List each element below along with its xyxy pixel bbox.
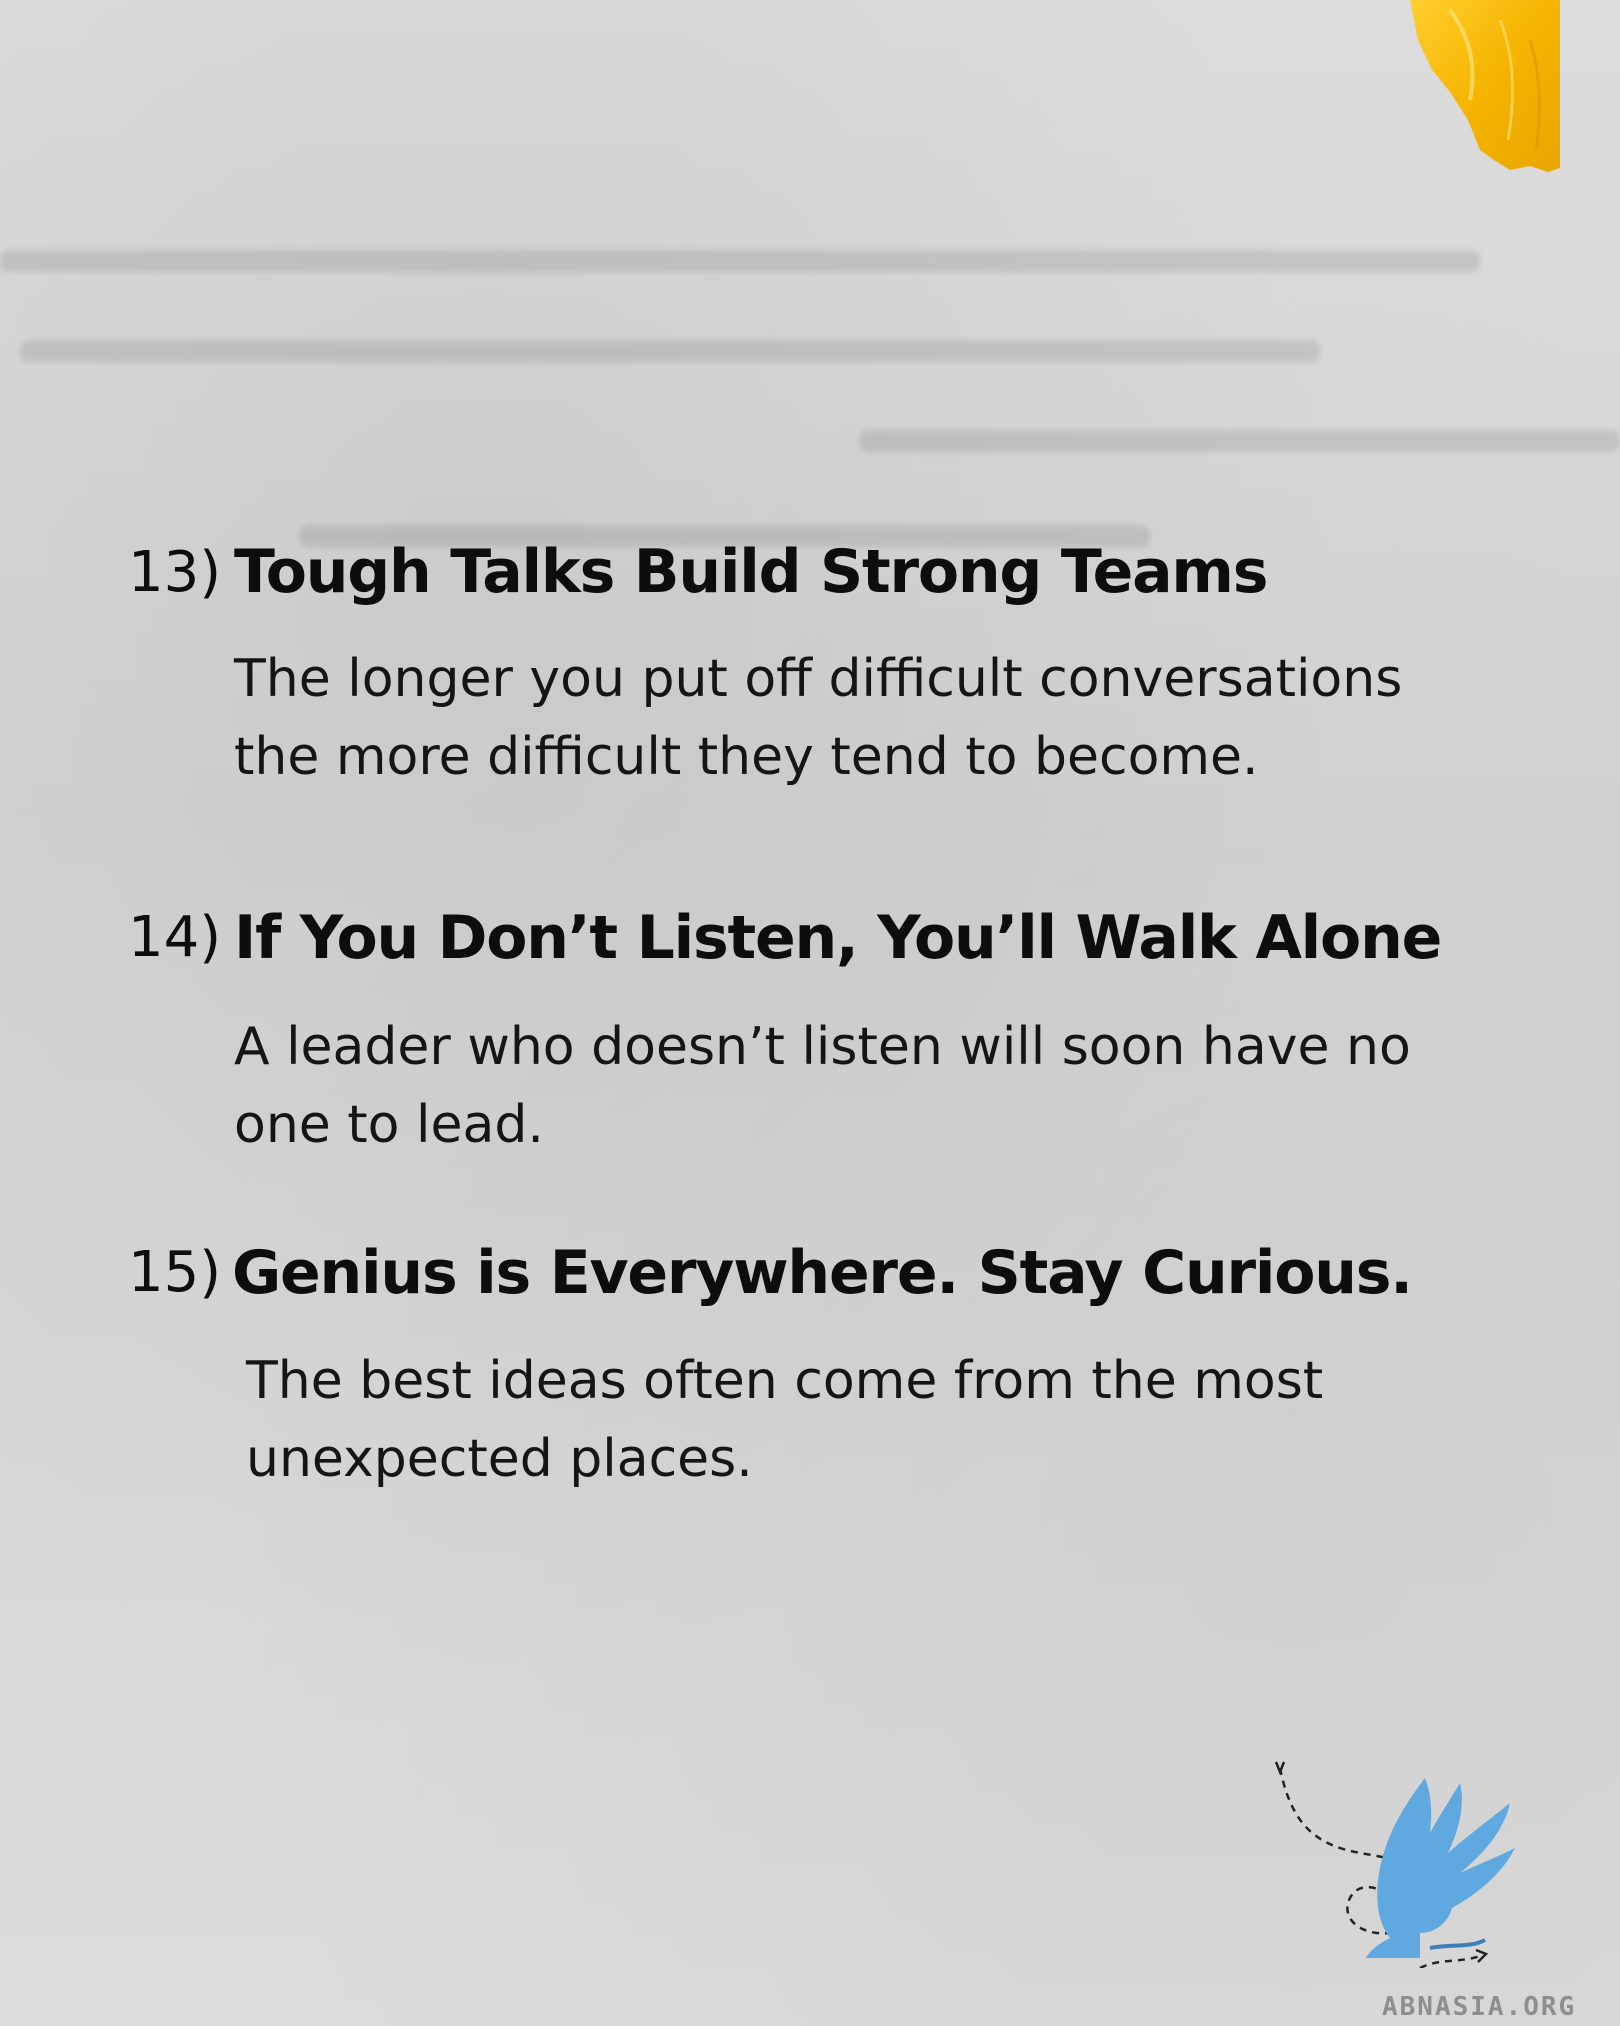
item-15-body-line-2: unexpected places. bbox=[246, 1429, 753, 1489]
item-13-body-line-1: The longer you put off difficult convers… bbox=[234, 649, 1403, 709]
item-15-body: The best ideas often come from the most … bbox=[246, 1342, 1323, 1498]
item-14-title: If You Don’t Listen, You’ll Walk Alone bbox=[234, 903, 1442, 973]
site-url[interactable]: ABNASIA.ORG bbox=[1382, 1992, 1576, 2022]
item-15-title: Genius is Everywhere. Stay Curious. bbox=[232, 1238, 1413, 1308]
yellow-tape-icon bbox=[1410, 0, 1560, 172]
item-14-number: 14) bbox=[128, 905, 222, 970]
item-15-body-line-1: The best ideas often come from the most bbox=[246, 1351, 1324, 1411]
item-15-number: 15) bbox=[128, 1240, 222, 1305]
item-13-number: 13) bbox=[128, 540, 222, 605]
item-13-body: The longer you put off difficult convers… bbox=[234, 640, 1402, 796]
item-14-body-line-2: one to lead. bbox=[234, 1095, 544, 1155]
item-14-body-line-1: A leader who doesn’t listen will soon ha… bbox=[234, 1017, 1411, 1077]
griffin-logo-icon bbox=[1274, 1761, 1515, 1968]
item-13-body-line-2: the more difficult they tend to become. bbox=[234, 727, 1259, 787]
item-13-title: Tough Talks Build Strong Teams bbox=[234, 537, 1268, 607]
item-14-body: A leader who doesn’t listen will soon ha… bbox=[234, 1008, 1411, 1164]
